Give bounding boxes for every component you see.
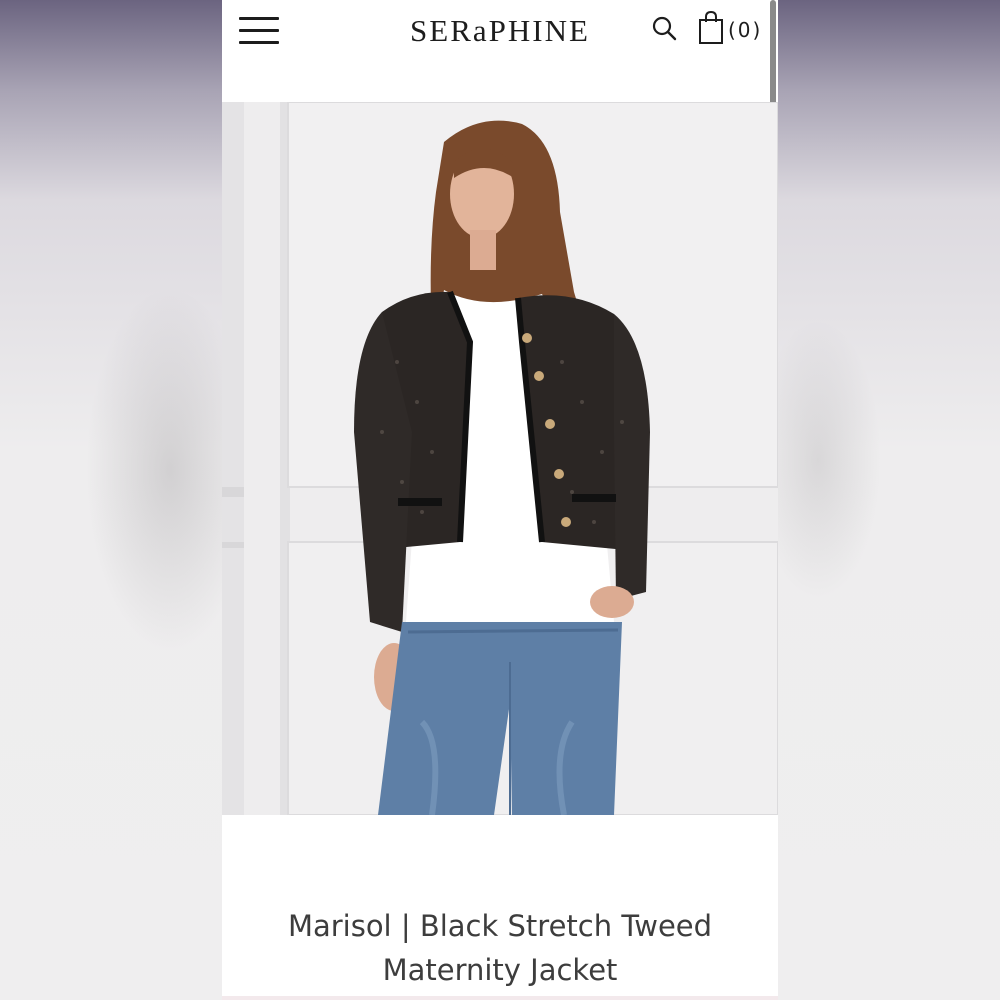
hamburger-menu-icon[interactable] [239, 15, 279, 47]
cart-count[interactable]: (0) [728, 18, 762, 42]
mobile-screen: SERaPHINE (0) Marisol | Black Stretch Tw… [222, 0, 778, 1000]
shopping-bag-icon[interactable] [696, 10, 726, 46]
search-icon[interactable] [650, 14, 680, 44]
product-image[interactable] [222, 102, 778, 815]
product-photo [222, 102, 778, 815]
product-title-line-1: Marisol | Black Stretch Tweed [287, 909, 713, 943]
product-title: Marisol | Black Stretch Tweed Maternity … [242, 904, 758, 992]
site-header: SERaPHINE (0) [222, 0, 778, 102]
brand-logo[interactable]: SERaPHINE [390, 8, 610, 54]
bottom-edge [222, 996, 778, 1000]
background-left [0, 0, 222, 1000]
product-title-line-2: Maternity Jacket [382, 953, 618, 987]
background-right [778, 0, 1000, 1000]
